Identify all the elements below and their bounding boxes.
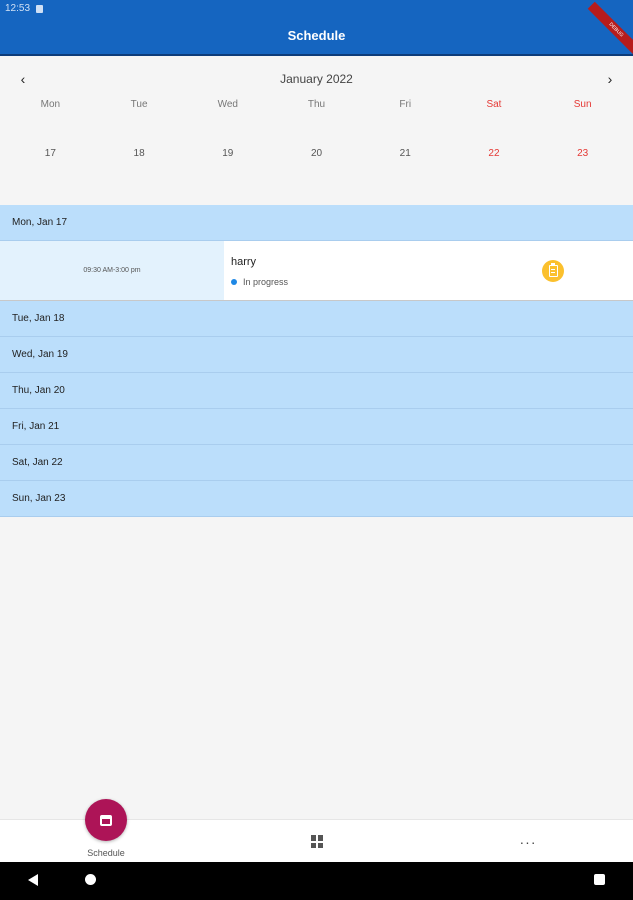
home-icon[interactable]	[85, 874, 96, 885]
event-body: harry In progress	[224, 241, 633, 300]
bottom-nav: Schedule ···	[0, 799, 633, 863]
app-bar: Schedule DEBUG	[0, 1, 633, 59]
date-cell[interactable]: 18	[95, 148, 184, 166]
event-card[interactable]: 09:30 AM-3:00 pm harry In progress	[0, 241, 633, 301]
grid-icon	[310, 835, 324, 848]
status-label: In progress	[243, 277, 289, 287]
date-row: 17 18 19 20 21 22 23	[6, 148, 627, 166]
system-nav-bar	[0, 862, 633, 900]
date-cell[interactable]: 22	[450, 148, 539, 166]
nav-grid[interactable]	[296, 820, 338, 863]
month-header: ‹ January 2022 ›	[0, 66, 633, 92]
weekday-label: Mon	[40, 99, 61, 110]
weekday-label: Tue	[130, 99, 148, 110]
agenda-list: Mon, Jan 17 09:30 AM-3:00 pm harry In pr…	[0, 205, 633, 517]
weekday-label: Sat	[486, 99, 502, 110]
weekday-label: Fri	[399, 99, 412, 110]
sd-card-icon	[36, 4, 44, 13]
date-cell[interactable]: 17	[6, 148, 95, 166]
page-title: Schedule	[287, 28, 346, 43]
day-header: Sun, Jan 23	[0, 481, 633, 517]
status-bar: 12:53	[0, 0, 633, 17]
day-header: Fri, Jan 21	[0, 409, 633, 445]
status-dot	[231, 279, 237, 285]
chevron-left-icon[interactable]: ‹	[14, 70, 32, 88]
day-header: Sat, Jan 22	[0, 445, 633, 481]
status-time: 12:53	[5, 3, 31, 14]
date-cell[interactable]: 19	[183, 148, 272, 166]
day-header: Thu, Jan 20	[0, 373, 633, 409]
nav-schedule-label: Schedule	[87, 848, 125, 858]
month-label: January 2022	[280, 72, 353, 86]
back-icon[interactable]	[28, 874, 38, 886]
event-time: 09:30 AM-3:00 pm	[0, 241, 224, 300]
day-header: Tue, Jan 18	[0, 301, 633, 337]
event-name: harry	[231, 256, 257, 268]
day-header: Wed, Jan 19	[0, 337, 633, 373]
clipboard-icon[interactable]	[542, 260, 564, 282]
more-horizontal-icon: ···	[519, 833, 537, 850]
date-cell[interactable]: 21	[361, 148, 450, 166]
date-cell[interactable]: 23	[538, 148, 627, 166]
nav-schedule[interactable]: Schedule	[62, 799, 150, 863]
weekday-label: Thu	[307, 99, 326, 110]
chevron-right-icon[interactable]: ›	[601, 70, 619, 88]
weekday-label: Wed	[217, 99, 238, 110]
date-cell[interactable]: 20	[272, 148, 361, 166]
event-status: In progress	[231, 277, 633, 287]
weekday-row: Mon Tue Wed Thu Fri Sat Sun	[6, 99, 627, 115]
calendar-icon[interactable]	[85, 799, 127, 841]
day-header: Mon, Jan 17	[0, 205, 633, 241]
weekday-label: Sun	[573, 99, 592, 110]
recent-apps-icon[interactable]	[594, 874, 605, 885]
nav-more[interactable]: ···	[507, 820, 549, 863]
